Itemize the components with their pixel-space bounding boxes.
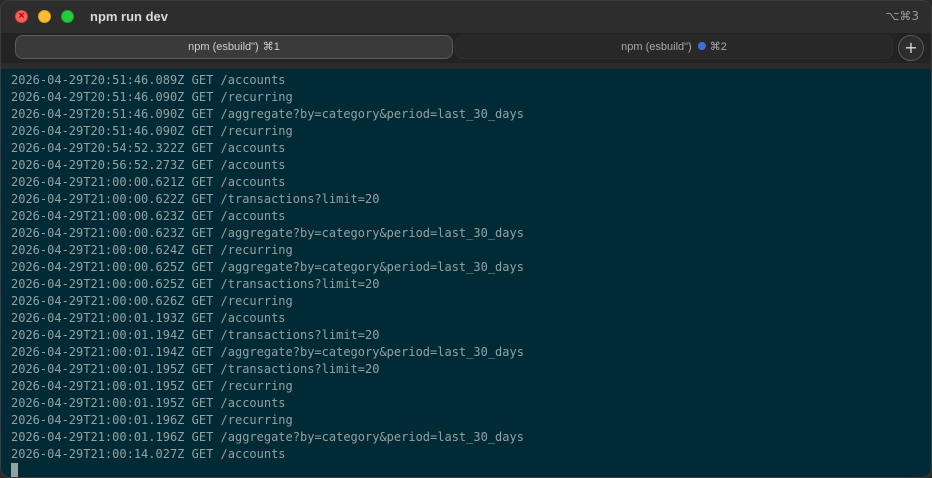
log-line: 2026-04-29T21:00:01.196Z GET /aggregate?… (11, 430, 524, 444)
log-line: 2026-04-29T21:00:01.194Z GET /transactio… (11, 328, 380, 342)
activity-indicator-icon (697, 42, 706, 51)
window-title: npm run dev (90, 9, 169, 24)
log-line: 2026-04-29T20:51:46.090Z GET /recurring (11, 90, 293, 104)
tab-bar: npm (esbuild") ⌘1 npm (esbuild") ⌘2 + (1, 33, 931, 63)
log-line: 2026-04-29T21:00:00.626Z GET /recurring (11, 294, 293, 308)
log-line: 2026-04-29T21:00:00.621Z GET /accounts (11, 175, 286, 189)
log-line: 2026-04-29T20:51:46.089Z GET /accounts (11, 73, 286, 87)
tab-2-label: npm (esbuild") (621, 41, 692, 53)
terminal-window: × npm run dev ⌥⌘3 npm (esbuild") ⌘1 npm (… (0, 0, 932, 478)
terminal-output[interactable]: 2026-04-29T20:51:46.089Z GET /accounts 20… (1, 69, 931, 477)
minimize-window-button[interactable] (38, 10, 51, 23)
log-line: 2026-04-29T20:51:46.090Z GET /aggregate?… (11, 107, 524, 121)
tab-1-label: npm (esbuild") (188, 41, 259, 53)
log-line: 2026-04-29T21:00:00.623Z GET /accounts (11, 209, 286, 223)
log-line: 2026-04-29T21:00:01.195Z GET /accounts (11, 396, 286, 410)
log-line: 2026-04-29T21:00:00.625Z GET /transactio… (11, 277, 380, 291)
log-line: 2026-04-29T20:51:46.090Z GET /recurring (11, 124, 293, 138)
plus-icon: + (904, 38, 918, 57)
log-line: 2026-04-29T21:00:00.625Z GET /aggregate?… (11, 260, 524, 274)
log-line: 2026-04-29T21:00:01.193Z GET /accounts (11, 311, 286, 325)
tab-2[interactable]: npm (esbuild") ⌘2 (455, 35, 893, 59)
log-line: 2026-04-29T21:00:01.195Z GET /transactio… (11, 362, 380, 376)
log-line: 2026-04-29T21:00:01.194Z GET /aggregate?… (11, 345, 524, 359)
output-lines: 2026-04-29T20:51:46.089Z GET /accounts 20… (11, 72, 524, 463)
log-line: 2026-04-29T21:00:01.196Z GET /recurring (11, 413, 293, 427)
close-window-button[interactable]: × (15, 10, 28, 23)
log-line: 2026-04-29T20:56:52.273Z GET /accounts (11, 158, 286, 172)
new-tab-button[interactable]: + (898, 35, 924, 61)
tab-2-shortcut: ⌘2 (709, 41, 727, 53)
close-icon: × (17, 11, 26, 21)
log-line: 2026-04-29T21:00:01.195Z GET /recurring (11, 379, 293, 393)
log-line: 2026-04-29T21:00:14.027Z GET /accounts (11, 447, 286, 461)
log-line: 2026-04-29T21:00:00.624Z GET /recurring (11, 243, 293, 257)
log-line: 2026-04-29T21:00:00.622Z GET /transactio… (11, 192, 380, 206)
log-line: 2026-04-29T20:54:52.322Z GET /accounts (11, 141, 286, 155)
log-line: 2026-04-29T21:00:00.623Z GET /aggregate?… (11, 226, 524, 240)
maximize-window-button[interactable] (61, 10, 74, 23)
tab-1[interactable]: npm (esbuild") ⌘1 (15, 35, 453, 59)
text-cursor (11, 463, 18, 477)
window-shortcut: ⌥⌘3 (885, 9, 919, 23)
tab-1-shortcut: ⌘1 (262, 41, 280, 53)
title-bar[interactable]: × npm run dev ⌥⌘3 (1, 1, 931, 33)
